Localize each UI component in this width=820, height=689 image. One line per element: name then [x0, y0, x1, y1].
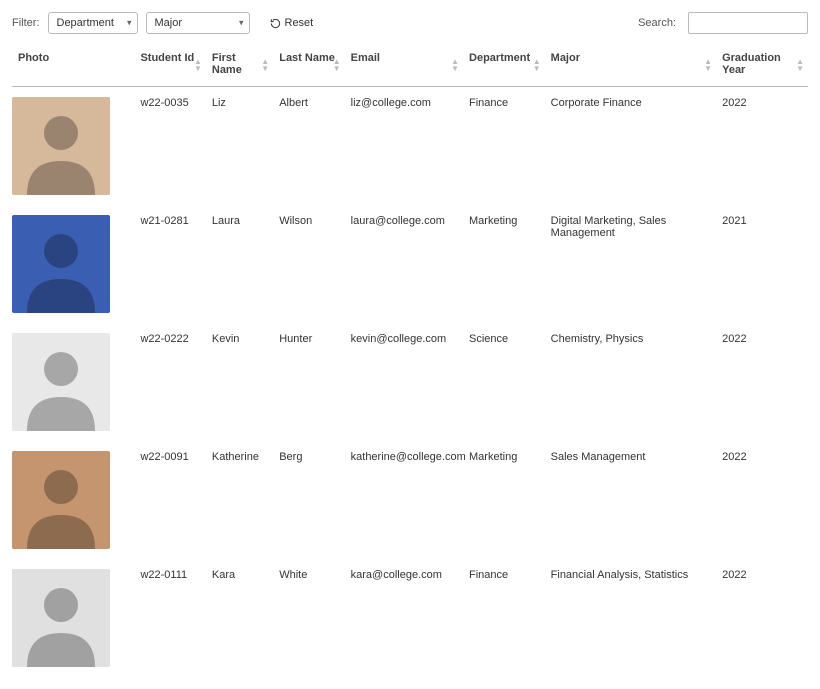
department-select-wrap: Department — [48, 12, 138, 34]
cell-student-id: w22-0035 — [134, 87, 205, 206]
cell-email: kara@college.com — [345, 559, 463, 677]
cell-department: Marketing — [463, 205, 545, 323]
student-photo — [12, 333, 110, 431]
cell-graduation-year: 2022 — [716, 441, 808, 559]
cell-graduation-year: 2021 — [716, 205, 808, 323]
student-photo — [12, 451, 110, 549]
cell-graduation-year: 2022 — [716, 323, 808, 441]
table-row: w22-0091 Katherine Berg katherine@colleg… — [12, 441, 808, 559]
col-photo-label: Photo — [18, 52, 49, 64]
col-department[interactable]: Department▲▼ — [463, 44, 545, 87]
cell-last-name: Hunter — [273, 323, 344, 441]
department-select[interactable]: Department — [48, 12, 138, 34]
col-dept-label: Department — [469, 52, 530, 64]
col-major-label: Major — [551, 52, 580, 64]
student-photo — [12, 215, 110, 313]
table-row: w22-0111 Kara White kara@college.com Fin… — [12, 559, 808, 677]
cell-first-name: Katherine — [206, 441, 273, 559]
table-row: w21-0281 Laura Wilson laura@college.com … — [12, 205, 808, 323]
sort-icon: ▲▼ — [261, 58, 269, 72]
col-id-label: Student Id — [140, 52, 194, 64]
sort-icon: ▲▼ — [533, 58, 541, 72]
cell-email: kevin@college.com — [345, 323, 463, 441]
cell-email: laura@college.com — [345, 205, 463, 323]
cell-major: Financial Analysis, Statistics — [545, 559, 716, 677]
col-photo[interactable]: Photo — [12, 44, 134, 87]
cell-department: Finance — [463, 559, 545, 677]
table-header-row: Photo Student Id▲▼ First Name▲▼ Last Nam… — [12, 44, 808, 87]
sort-icon: ▲▼ — [194, 58, 202, 72]
col-last-name[interactable]: Last Name▲▼ — [273, 44, 344, 87]
cell-last-name: Berg — [273, 441, 344, 559]
filter-toolbar: Filter: Department Major Reset Search: — [12, 12, 808, 34]
student-photo — [12, 97, 110, 195]
cell-email: liz@college.com — [345, 87, 463, 206]
reset-button[interactable]: Reset — [264, 14, 320, 32]
table-row: w22-0222 Kevin Hunter kevin@college.com … — [12, 323, 808, 441]
col-first-name[interactable]: First Name ▲▼ — [206, 44, 273, 87]
col-year-label: Graduation Year — [722, 52, 781, 76]
cell-major: Chemistry, Physics — [545, 323, 716, 441]
cell-last-name: Wilson — [273, 205, 344, 323]
cell-last-name: Albert — [273, 87, 344, 206]
cell-major: Sales Management — [545, 441, 716, 559]
students-table: Photo Student Id▲▼ First Name▲▼ Last Nam… — [12, 44, 808, 677]
cell-last-name: White — [273, 559, 344, 677]
cell-photo — [12, 323, 134, 441]
table-row: w22-0035 Liz Albert liz@college.com Fina… — [12, 87, 808, 206]
filter-label: Filter: — [12, 17, 40, 29]
major-select-wrap: Major — [146, 12, 250, 34]
major-select[interactable]: Major — [146, 12, 250, 34]
cell-student-id: w22-0111 — [134, 559, 205, 677]
cell-first-name: Kara — [206, 559, 273, 677]
sort-icon: ▲▼ — [451, 58, 459, 72]
sort-icon: ▲▼ — [796, 58, 804, 72]
cell-photo — [12, 559, 134, 677]
cell-student-id: w21-0281 — [134, 205, 205, 323]
col-email-label: Email — [351, 52, 380, 64]
cell-photo — [12, 205, 134, 323]
col-major[interactable]: Major ▲▼ — [545, 44, 716, 87]
search-label: Search: — [638, 17, 676, 29]
cell-graduation-year: 2022 — [716, 559, 808, 677]
cell-department: Marketing — [463, 441, 545, 559]
cell-department: Science — [463, 323, 545, 441]
cell-student-id: w22-0091 — [134, 441, 205, 559]
col-ln-label: Last Name — [279, 52, 335, 64]
sort-icon: ▲▼ — [333, 58, 341, 72]
cell-student-id: w22-0222 — [134, 323, 205, 441]
col-graduation-year[interactable]: Graduation Year ▲▼ — [716, 44, 808, 87]
cell-first-name: Laura — [206, 205, 273, 323]
cell-major: Corporate Finance — [545, 87, 716, 206]
col-email[interactable]: Email ▲▼ — [345, 44, 463, 87]
sort-icon: ▲▼ — [704, 58, 712, 72]
cell-photo — [12, 441, 134, 559]
reset-label: Reset — [285, 17, 314, 29]
cell-first-name: Liz — [206, 87, 273, 206]
reset-icon — [270, 18, 281, 29]
cell-first-name: Kevin — [206, 323, 273, 441]
search-input[interactable] — [688, 12, 808, 34]
col-fn-label: First Name — [212, 52, 242, 76]
col-student-id[interactable]: Student Id▲▼ — [134, 44, 205, 87]
cell-department: Finance — [463, 87, 545, 206]
cell-major: Digital Marketing, Sales Management — [545, 205, 716, 323]
student-photo — [12, 569, 110, 667]
cell-email: katherine@college.com — [345, 441, 463, 559]
cell-graduation-year: 2022 — [716, 87, 808, 206]
cell-photo — [12, 87, 134, 206]
